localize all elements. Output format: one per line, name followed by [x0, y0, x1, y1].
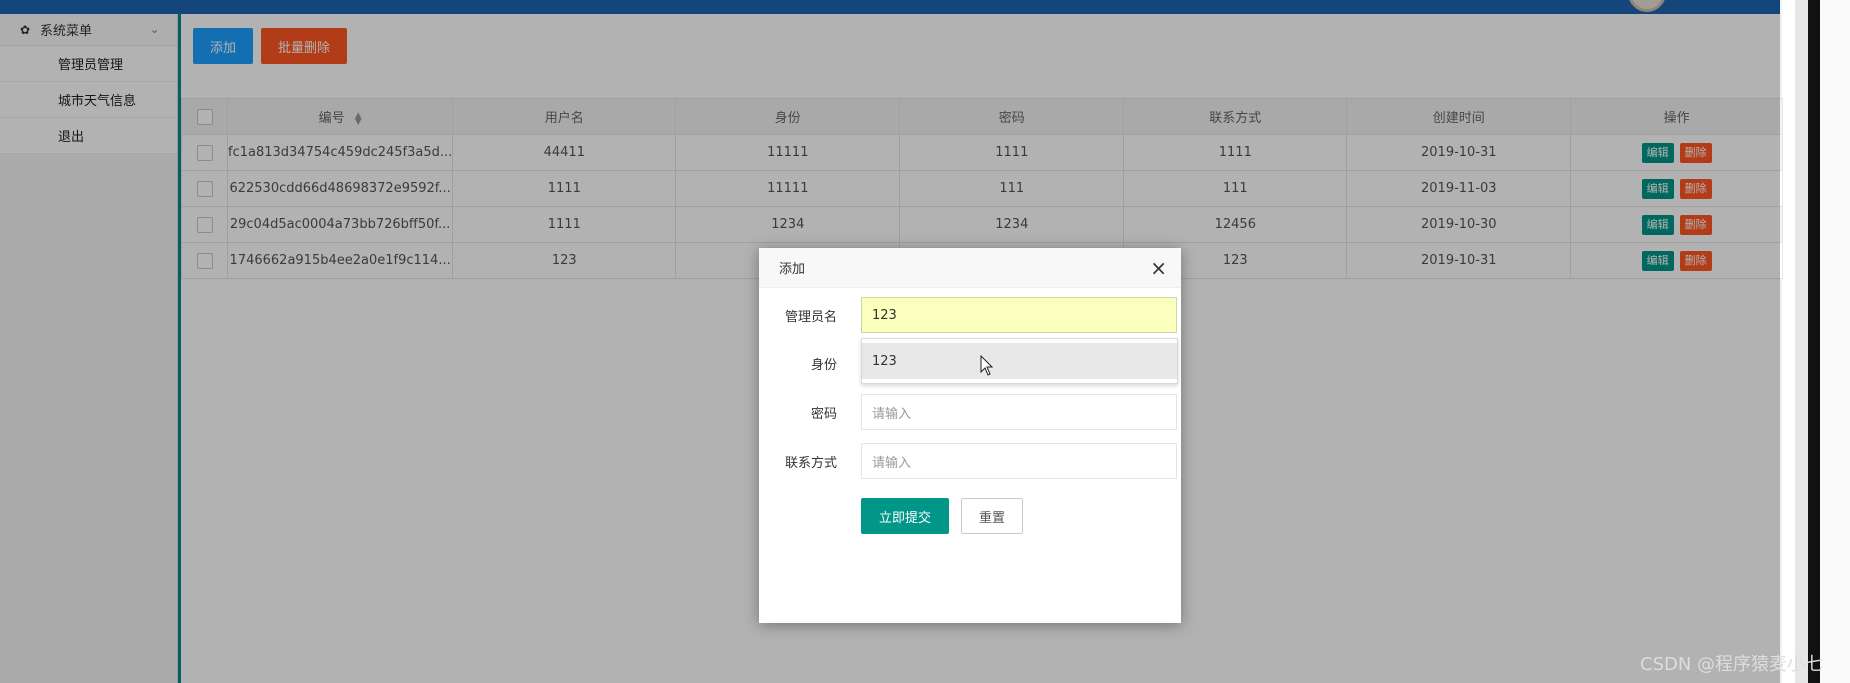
cursor-icon: [980, 355, 994, 376]
contact-label: 联系方式: [784, 455, 837, 471]
edge-panel-3: [1808, 0, 1820, 683]
edge-panel-4: [1820, 0, 1850, 683]
close-icon[interactable]: ×: [1150, 258, 1167, 278]
autocomplete-option[interactable]: 123: [862, 343, 1177, 379]
add-admin-dialog: 添加 × 管理员名 123 身份 密码 请输入 联系方式 请输入: [759, 248, 1181, 623]
form-row-name: 管理员名 123: [759, 296, 1181, 334]
window-edge: [1780, 0, 1850, 683]
dialog-title: 添加: [779, 262, 806, 277]
contact-input[interactable]: 请输入: [861, 443, 1177, 479]
password-input[interactable]: 请输入: [861, 394, 1177, 430]
reset-button[interactable]: 重置: [961, 498, 1023, 534]
dialog-header: 添加: [759, 248, 1181, 288]
autocomplete-dropdown: 123: [861, 338, 1178, 384]
edge-panel-2: [1795, 0, 1808, 683]
form-row-contact: 联系方式 请输入: [759, 442, 1181, 480]
password-label: 密码: [810, 406, 837, 422]
form-row-password: 密码 请输入: [759, 393, 1181, 431]
identity-label: 身份: [810, 357, 837, 373]
password-placeholder: 请输入: [872, 406, 912, 422]
name-label: 管理员名: [784, 309, 837, 325]
submit-button[interactable]: 立即提交: [861, 498, 949, 534]
admin-name-value: 123: [872, 307, 897, 323]
contact-placeholder: 请输入: [872, 455, 912, 471]
admin-name-input[interactable]: 123: [861, 297, 1177, 333]
watermark: CSDN @程序猿麦小七: [1640, 654, 1824, 675]
